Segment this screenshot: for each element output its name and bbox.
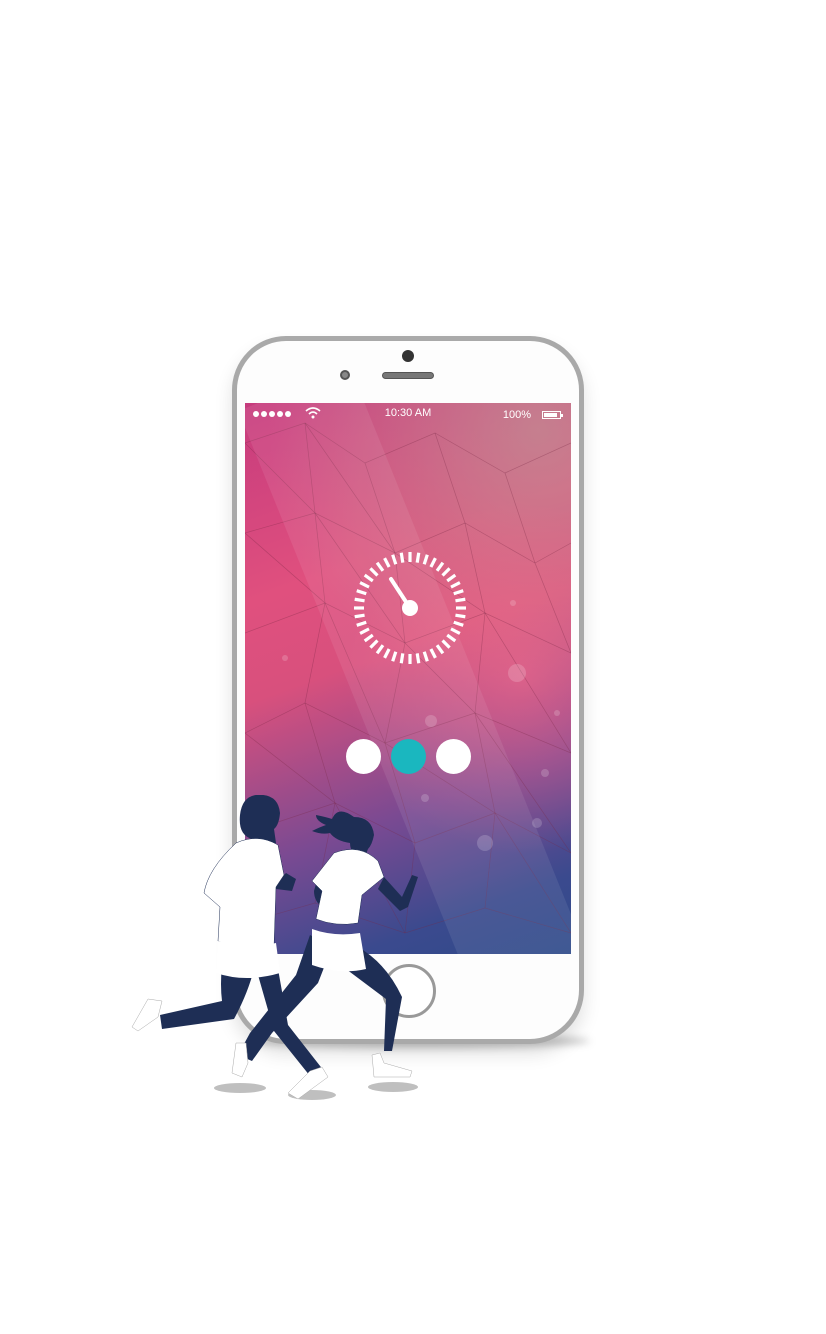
status-bar: 10:30 AM 100% (245, 403, 571, 425)
stopwatch-tick (369, 639, 379, 649)
stopwatch-tick (383, 648, 391, 659)
stopwatch-tick (429, 648, 437, 659)
page-dot-active[interactable] (391, 739, 426, 774)
proximity-sensor (340, 370, 350, 380)
stopwatch-tick (455, 613, 466, 619)
page-dot[interactable] (346, 739, 381, 774)
stopwatch-tick (383, 557, 391, 568)
stopwatch-tick (446, 573, 457, 583)
stopwatch-tick (441, 567, 451, 577)
stopwatch-tick (415, 552, 421, 563)
stopwatch-tick (422, 554, 429, 565)
stopwatch-tick (359, 581, 370, 589)
stopwatch-tick (441, 639, 451, 649)
stopwatch-tick (453, 589, 464, 596)
stopwatch-tick (356, 620, 367, 627)
stopwatch-tick (375, 644, 385, 655)
stopwatch-tick (363, 573, 374, 583)
stopwatch-tick (375, 561, 385, 572)
battery-percent: 100% (502, 409, 531, 421)
stopwatch-tick (429, 557, 437, 568)
page-dot[interactable] (436, 739, 471, 774)
stopwatch-tick (435, 561, 445, 572)
stopwatch-tick (450, 627, 461, 635)
front-camera (402, 350, 414, 362)
page-indicator (346, 739, 471, 774)
stopwatch-tick (359, 627, 370, 635)
stopwatch-icon (354, 552, 466, 664)
stopwatch-tick (391, 651, 398, 662)
stopwatch-tick (435, 644, 445, 655)
earpiece-speaker (382, 372, 434, 379)
stopwatch-tick (399, 552, 405, 563)
battery-icon (542, 411, 563, 419)
runners-illustration (131, 795, 418, 1100)
stopwatch-tick (354, 597, 365, 603)
stopwatch-tick (391, 554, 398, 565)
stopwatch-tick (363, 633, 374, 643)
stopwatch-tick (399, 653, 405, 664)
stopwatch-tick (455, 597, 466, 603)
stopwatch-tick (450, 581, 461, 589)
stopwatch-tick (453, 620, 464, 627)
stopwatch-tick (422, 651, 429, 662)
stopwatch-tick (356, 589, 367, 596)
stopwatch-tick (415, 653, 421, 664)
stopwatch-tick (446, 633, 457, 643)
stopwatch-tick (354, 613, 365, 619)
stopwatch-tick (369, 567, 379, 577)
